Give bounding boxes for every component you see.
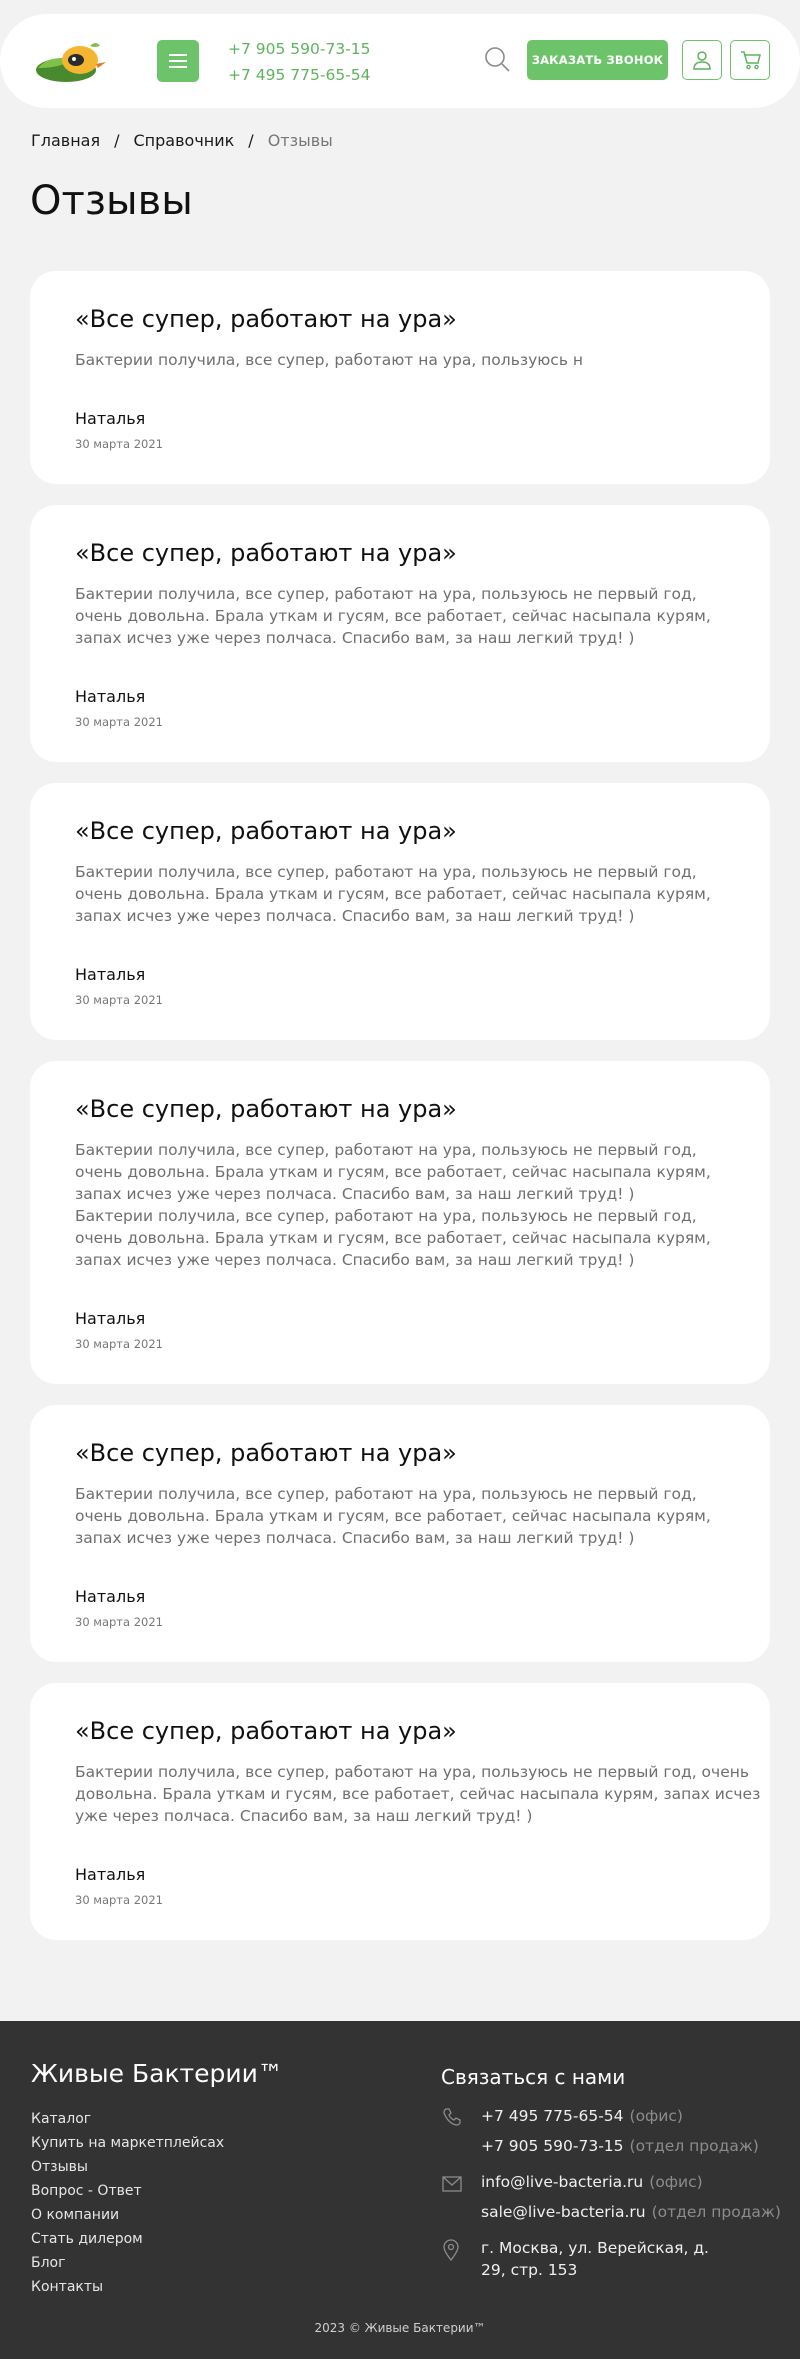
footer-brand[interactable]: Живые Бактерии™ [31, 2059, 283, 2088]
header-phone-1[interactable]: +7 905 590-73-15 [228, 36, 371, 62]
footer-email-sales[interactable]: sale@live-bacteria.ru (отдел продаж) [481, 2203, 781, 2221]
footer-phone-value[interactable]: +7 495 775-65-54 [481, 2107, 624, 2125]
footer-link-catalog[interactable]: Каталог [31, 2107, 224, 2131]
cart-icon [741, 51, 761, 70]
breadcrumb-home[interactable]: Главная [31, 131, 100, 150]
breadcrumb-current: Отзывы [267, 131, 333, 150]
header-phones: +7 905 590-73-15 +7 495 775-65-54 [228, 36, 371, 88]
cart-button[interactable] [730, 40, 770, 80]
review-card: «Все супер, работают на ура» Бактерии по… [30, 1683, 770, 1940]
footer-phone-value[interactable]: +7 905 590-73-15 [481, 2137, 624, 2155]
footer-address-line-1: г. Москва, ул. Верейская, д. [481, 2239, 709, 2257]
review-card: «Все супер, работают на ура» Бактерии по… [30, 271, 770, 484]
review-card: «Все супер, работают на ура» Бактерии по… [30, 783, 770, 1040]
review-title: «Все супер, работают на ура» [75, 1717, 457, 1745]
footer-link-blog[interactable]: Блог [31, 2251, 224, 2275]
footer-link-contacts[interactable]: Контакты [31, 2275, 224, 2299]
review-text: Бактерии получила, все супер, работают н… [75, 863, 711, 925]
review-date: 30 марта 2021 [75, 1893, 163, 1907]
menu-button[interactable] [157, 40, 199, 82]
footer-phone-note: (отдел продаж) [629, 2137, 759, 2155]
breadcrumb: Главная / Справочник / Отзывы [31, 130, 333, 152]
footer-link-reviews[interactable]: Отзывы [31, 2155, 224, 2179]
review-author: Наталья [75, 1309, 146, 1328]
review-author: Наталья [75, 965, 146, 984]
review-card: «Все супер, работают на ура» Бактерии по… [30, 505, 770, 762]
review-text: Бактерии получила, все супер, работают н… [75, 585, 711, 647]
site-header: +7 905 590-73-15 +7 495 775-65-54 ЗАКАЗА… [0, 14, 800, 108]
review-title: «Все супер, работают на ура» [75, 1095, 457, 1123]
review-title: «Все супер, работают на ура» [75, 817, 457, 845]
review-text: Бактерии получила, все супер, работают н… [75, 1141, 711, 1269]
header-phone-2[interactable]: +7 495 775-65-54 [228, 62, 371, 88]
hamburger-icon [169, 54, 187, 56]
footer-link-faq[interactable]: Вопрос - Ответ [31, 2179, 224, 2203]
mail-icon [442, 2176, 462, 2192]
footer-email-note: (офис) [649, 2173, 703, 2191]
footer-email-office[interactable]: info@live-bacteria.ru (офис) [481, 2173, 703, 2191]
phone-icon [443, 2108, 461, 2126]
review-date: 30 марта 2021 [75, 715, 163, 729]
account-button[interactable] [682, 40, 722, 80]
review-text: Бактерии получила, все супер, работают н… [75, 351, 584, 369]
footer-contact-title: Связаться с нами [441, 2065, 626, 2089]
review-title: «Все супер, работают на ура» [75, 539, 457, 567]
review-card: «Все супер, работают на ура» Бактерии по… [30, 1061, 770, 1384]
review-author: Наталья [75, 409, 146, 428]
user-icon [693, 51, 711, 70]
review-date: 30 марта 2021 [75, 437, 163, 451]
breadcrumb-reference[interactable]: Справочник [134, 131, 235, 150]
site-footer: Живые Бактерии™ Каталог Купить на маркет… [0, 2021, 800, 2359]
breadcrumb-separator: / [114, 131, 120, 150]
review-date: 30 марта 2021 [75, 1615, 163, 1629]
review-title: «Все супер, работают на ура» [75, 1439, 457, 1467]
footer-phone-office[interactable]: +7 495 775-65-54 (офис) [481, 2107, 683, 2125]
logo-icon[interactable] [30, 34, 110, 90]
footer-link-dealer[interactable]: Стать дилером [31, 2227, 224, 2251]
review-author: Наталья [75, 1587, 146, 1606]
location-pin-icon [443, 2239, 459, 2261]
footer-link-about[interactable]: О компании [31, 2203, 224, 2227]
footer-phone-sales[interactable]: +7 905 590-73-15 (отдел продаж) [481, 2137, 759, 2155]
footer-nav: Каталог Купить на маркетплейсах Отзывы В… [31, 2107, 224, 2299]
review-title: «Все супер, работают на ура» [75, 305, 457, 333]
footer-phone-note: (офис) [629, 2107, 683, 2125]
footer-email-value[interactable]: info@live-bacteria.ru [481, 2173, 643, 2191]
footer-copyright: 2023 © Живые Бактерии™ [314, 2321, 486, 2335]
footer-link-marketplaces[interactable]: Купить на маркетплейсах [31, 2131, 224, 2155]
page-title: Отзывы [30, 178, 193, 224]
breadcrumb-separator: / [248, 131, 254, 150]
review-author: Наталья [75, 1865, 146, 1884]
order-call-button[interactable]: ЗАКАЗАТЬ ЗВОНОК [527, 40, 668, 80]
review-text: Бактерии получила, все супер, работают н… [75, 1763, 761, 1825]
footer-address-line-2: 29, стр. 153 [481, 2261, 578, 2279]
review-date: 30 марта 2021 [75, 993, 163, 1007]
search-icon[interactable] [483, 45, 511, 73]
review-text: Бактерии получила, все супер, работают н… [75, 1485, 711, 1547]
review-author: Наталья [75, 687, 146, 706]
footer-email-note: (отдел продаж) [651, 2203, 781, 2221]
footer-email-value[interactable]: sale@live-bacteria.ru [481, 2203, 646, 2221]
review-date: 30 марта 2021 [75, 1337, 163, 1351]
review-card: «Все супер, работают на ура» Бактерии по… [30, 1405, 770, 1662]
